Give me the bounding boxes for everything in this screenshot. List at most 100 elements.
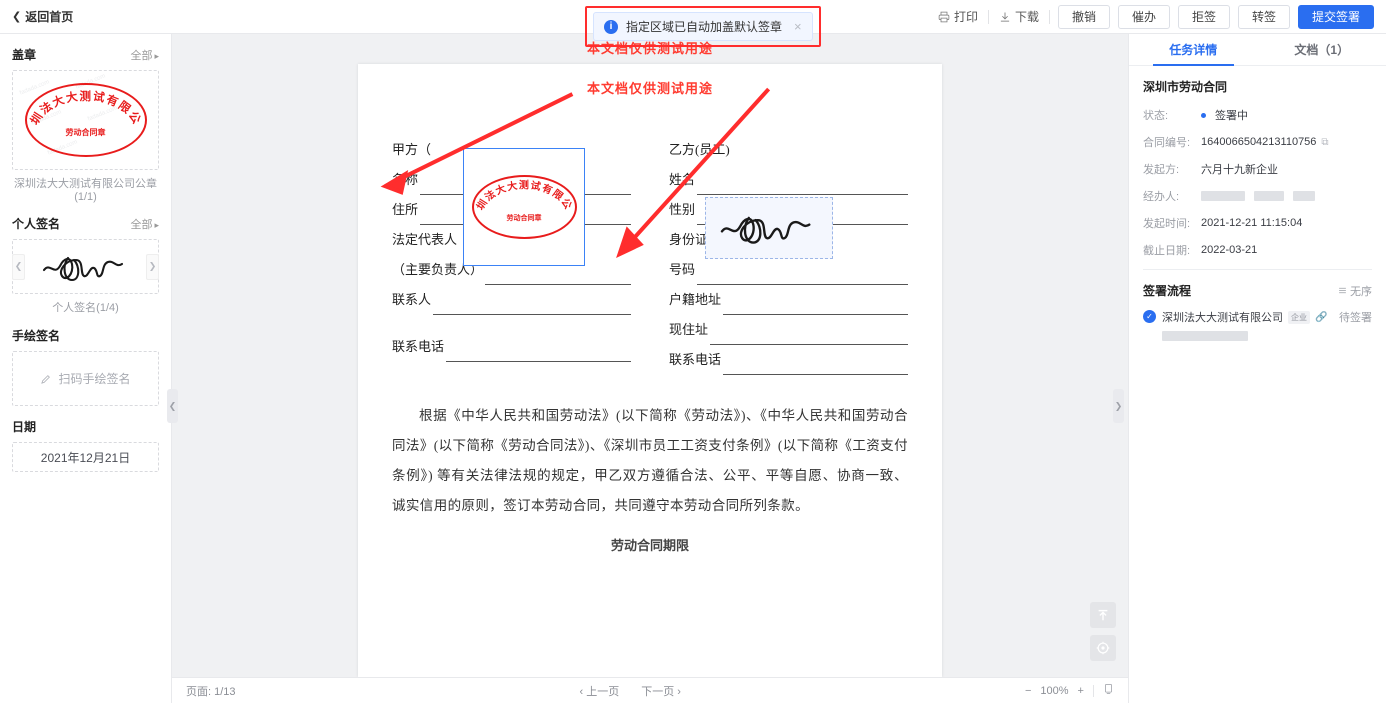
signer-type-badge: 企业 <box>1288 310 1310 324</box>
scan-to-draw-signature-button[interactable]: 扫码手绘签名 <box>12 351 159 406</box>
seal-center-text: 劳动合同章 <box>65 128 106 137</box>
fill-line[interactable] <box>723 358 908 375</box>
field-contract-number-key: 合同编号: <box>1143 137 1191 149</box>
transfer-sign-button[interactable]: 转签 <box>1238 4 1290 29</box>
chevron-right-icon: ▸ <box>154 50 159 61</box>
signer-status: 待签署 <box>1339 312 1372 324</box>
reject-sign-button[interactable]: 拒签 <box>1178 4 1230 29</box>
field-initiate-time-value: 2021-12-21 11:15:04 <box>1201 217 1303 229</box>
field-initiate-time: 发起时间: 2021-12-21 11:15:04 <box>1143 215 1372 231</box>
fill-line[interactable] <box>446 345 631 362</box>
task-details-panel: 任务详情 文档（1） 深圳市劳动合同 状态: 签署中 合同编号: 1640066… <box>1128 34 1386 703</box>
fill-line <box>394 315 631 332</box>
page-indicator: 页面: 1/13 <box>186 685 236 698</box>
field-status-value: 签署中 <box>1215 110 1248 122</box>
fit-page-button[interactable] <box>1103 683 1114 698</box>
field-handler: 经办人: <box>1143 188 1372 204</box>
party-a-row-phone: 联系电话 <box>392 332 631 362</box>
zoom-out-button[interactable]: − <box>1025 685 1031 697</box>
next-page-button[interactable]: 下一页 › <box>641 683 681 699</box>
seal-thumbnail[interactable]: fadada.com fadada.com fadada.com fadada.co… <box>12 70 159 170</box>
field-handler-key: 经办人: <box>1143 191 1180 203</box>
party-b-heading-row: 乙方(员工) <box>669 135 908 165</box>
date-title: 日期 <box>12 420 37 434</box>
page-navigation: ‹ 上一页 下一页 › <box>580 683 681 699</box>
signing-flow-item[interactable]: ✓ 深圳法大大测试有限公司 企业 🔗 待签署 <box>1143 309 1372 341</box>
scan-to-draw-label: 扫码手绘签名 <box>58 372 131 386</box>
tab-task-details[interactable]: 任务详情 <box>1129 34 1258 66</box>
party-b-label-hukou: 户籍地址 <box>669 292 722 307</box>
tab-documents[interactable]: 文档（1） <box>1258 34 1386 65</box>
field-initiate-time-key: 发起时间: <box>1143 218 1191 230</box>
field-status-key: 状态: <box>1143 110 1169 122</box>
party-b-signature-slot[interactable] <box>705 197 833 259</box>
status-dot-icon <box>1201 112 1206 118</box>
notification-text: 指定区域已自动加盖默认签章 <box>626 20 783 34</box>
pencil-icon <box>41 374 51 384</box>
right-panel-collapse-handle[interactable]: ❯ <box>1113 389 1124 423</box>
back-to-home-button[interactable]: ❮ 返回首页 <box>12 8 73 25</box>
seal-caption: 深圳法大大测试有限公司公章(1/1) <box>14 178 157 203</box>
personal-signature-section-header: 个人签名 全部 ▸ <box>12 215 159 232</box>
contract-next-heading: 劳动合同期限 <box>610 538 689 553</box>
party-b-label-idnumber: 号码 <box>669 262 696 277</box>
field-initiator-value: 六月十九新企业 <box>1201 164 1278 176</box>
date-stamp-item[interactable]: 2021年12月21日 <box>12 442 159 472</box>
print-button[interactable]: 打印 <box>928 8 988 25</box>
signer-name: 深圳法大大测试有限公司 <box>1162 312 1283 324</box>
download-button[interactable]: 下载 <box>989 8 1049 25</box>
chevron-right-icon: ▸ <box>154 219 159 230</box>
seal-view-all-label: 全部 <box>130 49 153 62</box>
personal-signature-thumbnail[interactable]: ❮ ❯ <box>12 239 159 294</box>
redacted-block <box>1254 191 1284 201</box>
print-label: 打印 <box>953 10 978 24</box>
party-b-row-phone: 联系电话 <box>669 345 908 375</box>
document-footer-bar: 页面: 1/13 ‹ 上一页 下一页 › − 100% + <box>172 677 1128 703</box>
personal-signature-title: 个人签名 <box>12 217 61 231</box>
fill-line[interactable] <box>433 298 631 315</box>
field-deadline-key: 截止日期: <box>1143 245 1191 257</box>
seal-view-all-button[interactable]: 全部 ▸ <box>130 47 159 63</box>
locate-signature-button[interactable] <box>1090 635 1116 661</box>
close-icon[interactable]: × <box>794 19 802 34</box>
left-panel-collapse-handle[interactable]: ❮ <box>167 389 178 423</box>
party-a-label-legalrep: 法定代表人 <box>392 232 458 247</box>
party-b-label-current-address: 现住址 <box>669 322 709 337</box>
svg-text:深圳法大大测试有限公司: 深圳法大大测试有限公司 <box>25 83 144 127</box>
seal-company-text: 深圳法大大测试有限公司 <box>25 83 142 127</box>
party-a-label-contact: 联系人 <box>392 292 432 307</box>
download-label: 下载 <box>1014 10 1039 24</box>
scroll-to-top-button[interactable] <box>1090 602 1116 628</box>
fill-line[interactable] <box>485 268 631 285</box>
copy-icon[interactable]: ⧉ <box>1321 137 1328 148</box>
info-icon: i <box>604 19 618 34</box>
main-body: 盖章 全部 ▸ fadada.com fadada.com fadada.com fa… <box>0 34 1386 703</box>
fill-line[interactable] <box>697 268 908 285</box>
submit-sign-button[interactable]: 提交签署 <box>1298 4 1374 29</box>
fill-line[interactable] <box>723 298 908 315</box>
fill-line[interactable] <box>710 328 908 345</box>
party-a-seal-slot[interactable]: 深圳法大大测试有限公司 劳动合同章 <box>463 148 585 266</box>
party-b-label-gender: 性别 <box>669 202 696 217</box>
field-contract-number: 合同编号: 1640066504213110756 ⧉ <box>1143 134 1372 150</box>
withdraw-button[interactable]: 撤销 <box>1058 4 1110 29</box>
signature-prev-button[interactable]: ❮ <box>12 253 25 280</box>
arrow-up-to-line-icon <box>1098 609 1108 621</box>
party-a-heading: 甲方（ <box>392 142 432 157</box>
zoom-controls: − 100% + <box>1025 683 1114 698</box>
fill-line[interactable] <box>697 178 908 195</box>
document-scroll-region[interactable]: 本文档仅供测试用途 本文档仅供测试用途 深圳法大大测试有限公司 <box>172 34 1128 677</box>
field-status: 状态: 签署中 <box>1143 107 1372 123</box>
signer-avatar-icon: ✓ <box>1143 310 1156 323</box>
signature-next-button[interactable]: ❯ <box>146 253 159 280</box>
field-initiator: 发起方: 六月十九新企业 <box>1143 161 1372 177</box>
prev-page-button[interactable]: ‹ 上一页 <box>580 683 620 699</box>
urge-button[interactable]: 催办 <box>1118 4 1170 29</box>
personal-signature-caption: 个人签名(1/4) <box>52 302 119 314</box>
link-icon[interactable]: 🔗 <box>1315 312 1327 323</box>
zoom-in-button[interactable]: + <box>1078 685 1084 697</box>
signature-view-all-button[interactable]: 全部 ▸ <box>130 216 159 232</box>
watermark-on-page: 本文档仅供测试用途 <box>586 81 713 96</box>
party-a-row-spacer <box>392 315 631 332</box>
placed-signature-glyph <box>720 216 811 244</box>
